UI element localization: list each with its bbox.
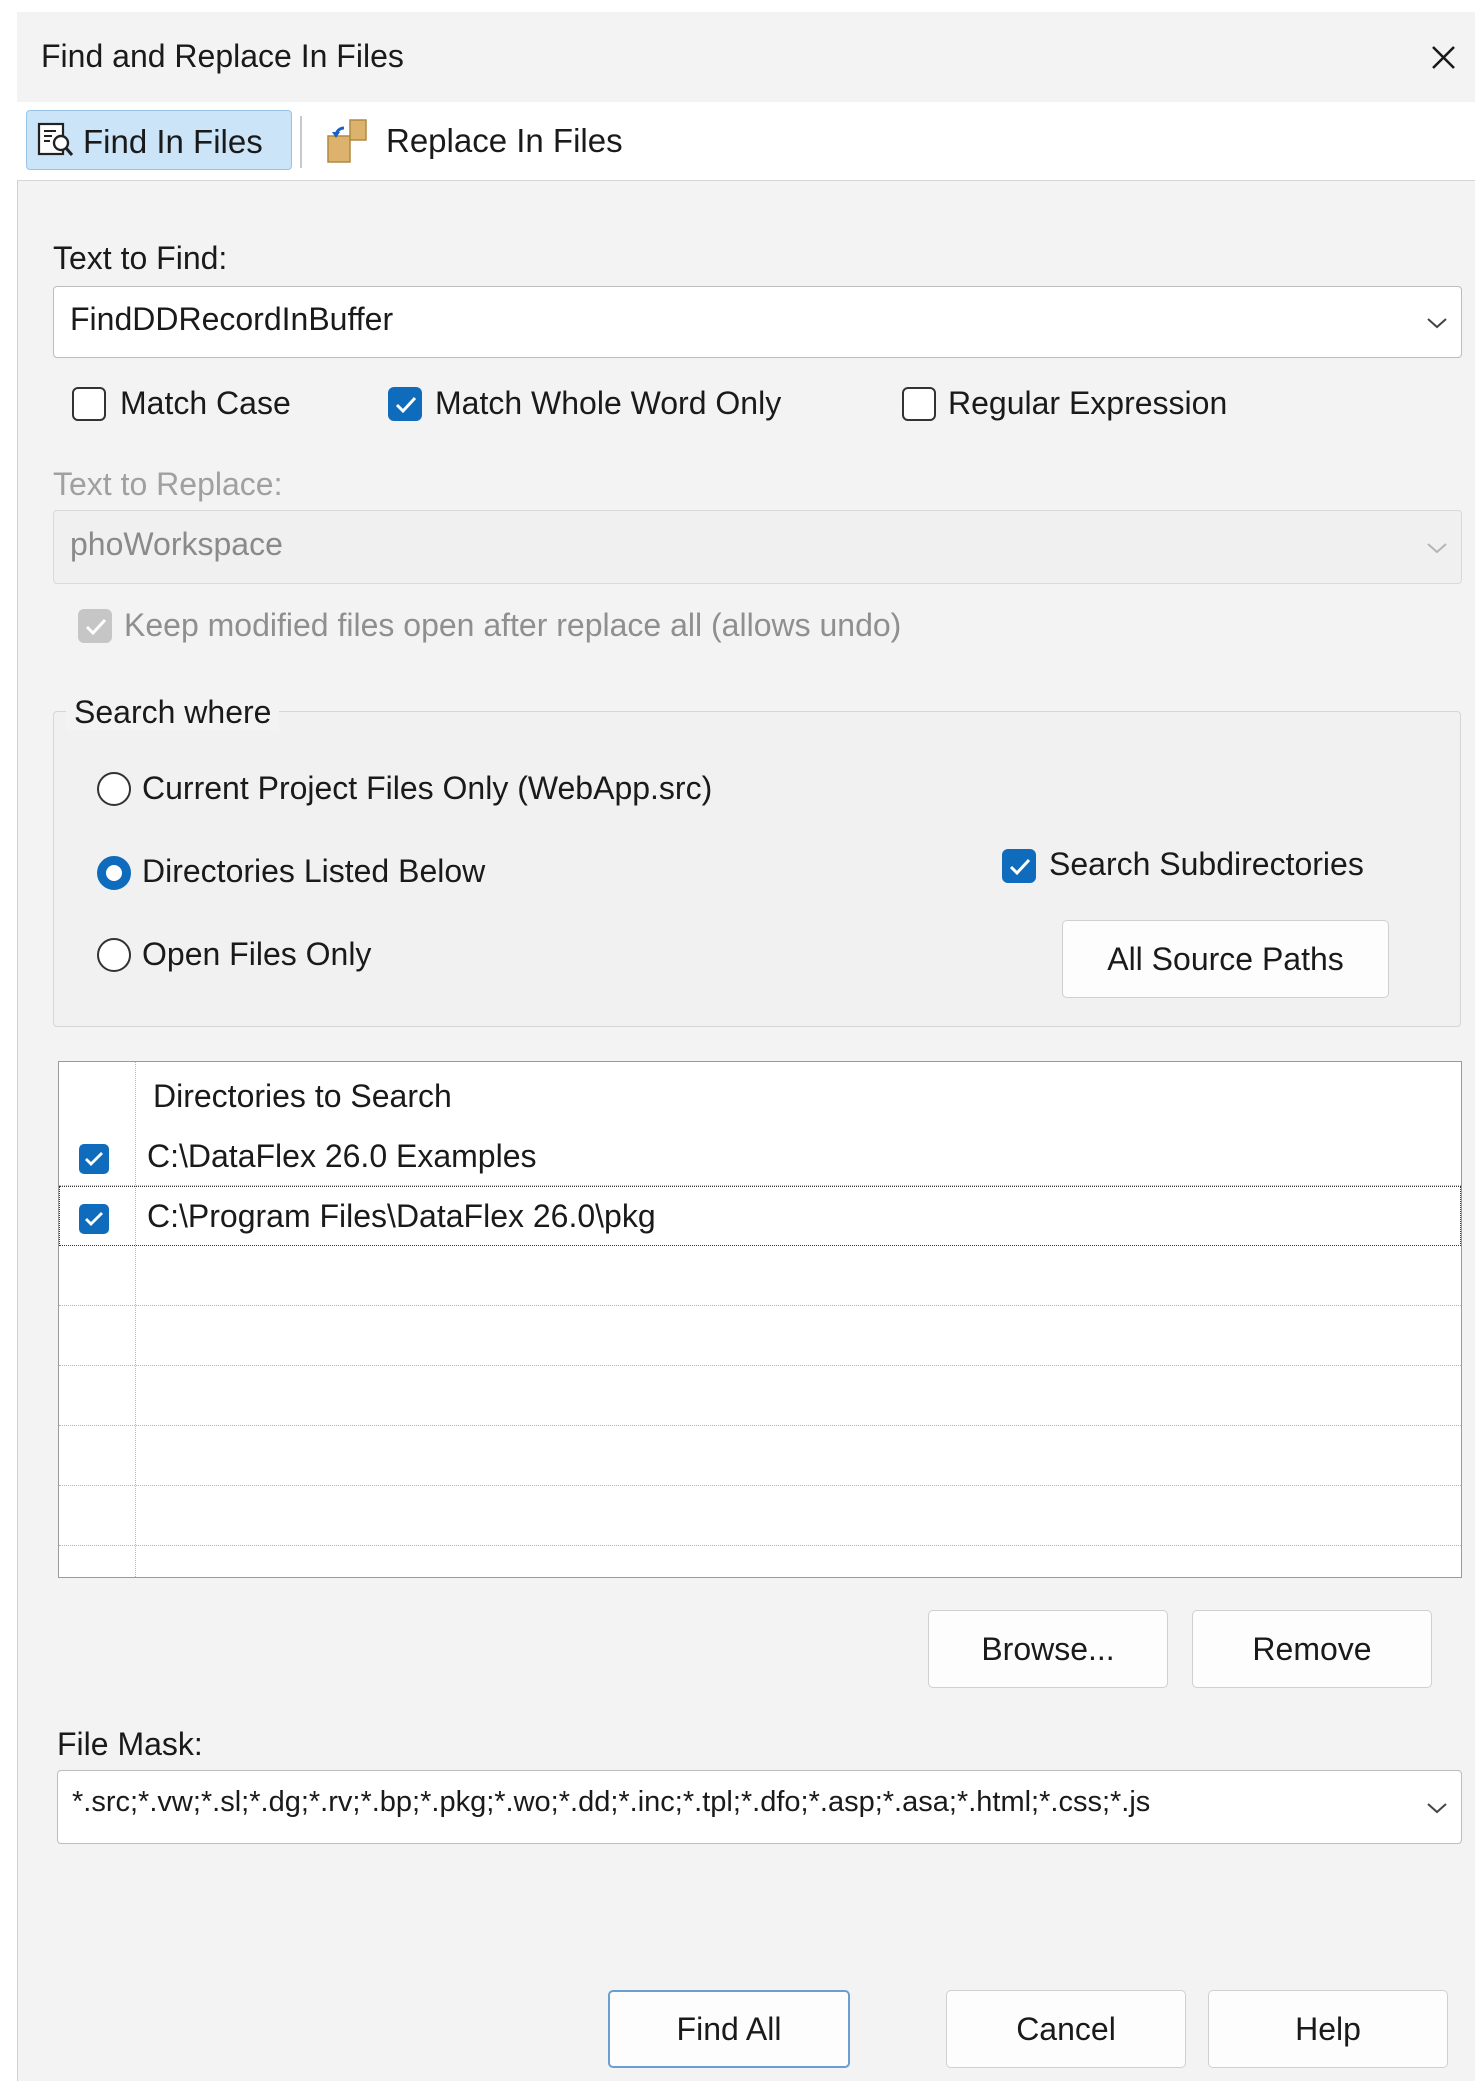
all-source-paths-button[interactable]: All Source Paths xyxy=(1062,920,1389,998)
table-row[interactable] xyxy=(59,1366,1461,1426)
text-to-find-label: Text to Find: xyxy=(53,240,228,276)
find-all-button[interactable]: Find All xyxy=(608,1990,850,2068)
current-project-label: Current Project Files Only (WebApp.src) xyxy=(142,770,713,806)
find-in-files-icon xyxy=(37,121,75,159)
tab-separator xyxy=(300,116,302,168)
match-case-checkbox[interactable] xyxy=(72,387,106,421)
remove-button[interactable]: Remove xyxy=(1192,1610,1432,1688)
directories-listed-radio[interactable] xyxy=(97,856,131,890)
match-case-label: Match Case xyxy=(120,385,291,421)
table-row[interactable]: C:\Program Files\DataFlex 26.0\pkg xyxy=(59,1186,1461,1246)
table-row[interactable] xyxy=(59,1426,1461,1486)
table-row[interactable] xyxy=(59,1306,1461,1366)
cancel-button[interactable]: Cancel xyxy=(946,1990,1186,2068)
match-whole-word-label: Match Whole Word Only xyxy=(435,385,782,421)
table-row[interactable] xyxy=(59,1486,1461,1546)
match-whole-word-checkbox[interactable] xyxy=(388,387,422,421)
regular-expression-checkbox[interactable] xyxy=(902,387,936,421)
close-icon[interactable] xyxy=(1418,32,1468,82)
text-to-replace-label: Text to Replace: xyxy=(53,466,283,502)
chevron-down-icon[interactable] xyxy=(1424,1799,1450,1817)
text-to-find-value: FindDDRecordInBuffer xyxy=(70,301,394,337)
row-checkbox[interactable] xyxy=(79,1144,109,1174)
tab-find-label: Find In Files xyxy=(83,123,263,160)
replace-in-files-icon xyxy=(324,116,368,164)
keep-open-checkbox xyxy=(78,609,112,643)
table-row[interactable] xyxy=(59,1246,1461,1306)
chevron-down-icon xyxy=(1424,539,1450,557)
tab-replace-label: Replace In Files xyxy=(386,122,623,159)
file-mask-label: File Mask: xyxy=(57,1726,203,1762)
regular-expression-label: Regular Expression xyxy=(948,385,1228,421)
help-button[interactable]: Help xyxy=(1208,1990,1448,2068)
grid-header: Directories to Search xyxy=(59,1062,1461,1126)
grid-header-label: Directories to Search xyxy=(153,1078,452,1114)
table-row[interactable] xyxy=(59,1546,1461,1577)
table-row[interactable]: C:\DataFlex 26.0 Examples xyxy=(59,1126,1461,1186)
row-path: C:\Program Files\DataFlex 26.0\pkg xyxy=(147,1198,656,1234)
text-to-replace-combo: phoWorkspace xyxy=(53,510,1462,584)
tab-find-in-files[interactable]: Find In Files xyxy=(26,110,292,170)
keep-open-label: Keep modified files open after replace a… xyxy=(124,607,902,643)
row-checkbox[interactable] xyxy=(79,1204,109,1234)
search-subdirectories-checkbox[interactable] xyxy=(1002,849,1036,883)
file-mask-value: *.src;*.vw;*.sl;*.dg;*.rv;*.bp;*.pkg;*.w… xyxy=(72,1786,1151,1818)
search-subdirectories-label: Search Subdirectories xyxy=(1049,846,1364,882)
dialog-title: Find and Replace In Files xyxy=(41,38,404,74)
open-files-label: Open Files Only xyxy=(142,936,372,972)
text-to-replace-value: phoWorkspace xyxy=(70,526,283,562)
directories-listed-label: Directories Listed Below xyxy=(142,853,486,889)
browse-button[interactable]: Browse... xyxy=(928,1610,1168,1688)
current-project-radio[interactable] xyxy=(97,772,131,806)
chevron-down-icon[interactable] xyxy=(1424,314,1450,332)
file-mask-combo[interactable]: *.src;*.vw;*.sl;*.dg;*.rv;*.bp;*.pkg;*.w… xyxy=(57,1770,1462,1844)
text-to-find-combo[interactable]: FindDDRecordInBuffer xyxy=(53,286,1462,358)
directories-grid[interactable]: Directories to Search C:\DataFlex 26.0 E… xyxy=(58,1061,1462,1578)
open-files-radio[interactable] xyxy=(97,938,131,972)
row-path: C:\DataFlex 26.0 Examples xyxy=(147,1138,537,1174)
search-where-title: Search where xyxy=(66,694,280,731)
tab-replace-in-files[interactable]: Replace In Files xyxy=(318,110,648,170)
